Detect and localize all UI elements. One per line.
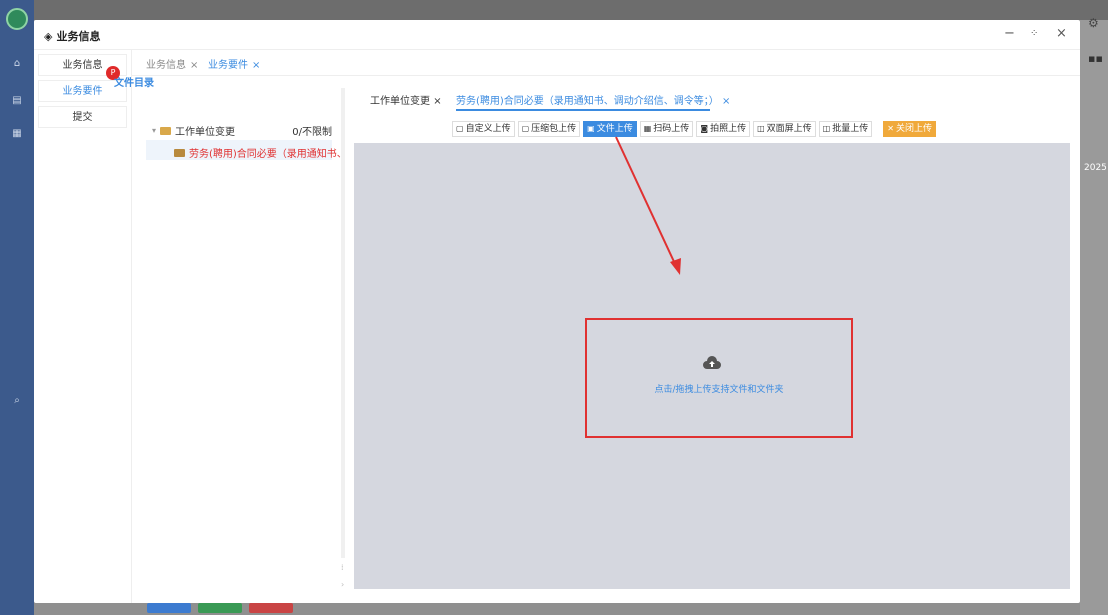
close-icon[interactable]: × [722,96,730,107]
folder-icon [160,126,172,135]
panel-splitter[interactable] [341,88,345,558]
button-label: 自定义上传 [465,124,511,134]
tree-item-child[interactable]: 劳务(聘用)合同必要（录用通知书、 [174,145,347,160]
doc-tab-labor-contract[interactable]: 劳务(聘用)合同必要（录用通知书、调动介绍信、调令等；） × [456,92,730,107]
button-label: 文件上传 [596,124,633,134]
tab-label: 工作单位变更 [370,96,430,107]
file-icon: ▣ [587,124,595,133]
home-icon: ⌂ [13,58,21,69]
button-label: 扫码上传 [653,124,690,134]
button-label: 压缩包上传 [531,124,577,134]
button-label: 双面屏上传 [766,124,812,134]
button-label: 批量上传 [832,124,869,134]
custom-upload-button[interactable]: ▢ 自定义上传 [452,121,515,137]
apps-icon: ▪▪ [1088,52,1103,65]
button-label: 拍照上传 [710,124,747,134]
background-button [147,603,191,613]
dual-screen-icon: ◫ [757,124,765,133]
qrcode-upload-button[interactable]: ▦ 扫码上传 [639,121,694,137]
batch-upload-button[interactable]: ◫ 批量上传 [818,121,873,137]
camera-icon: ◙ [700,124,709,133]
background-year: 2025 [1084,163,1107,173]
modal-title-text: 业务信息 [56,30,101,43]
background-button [198,603,242,613]
grid-icon: ▦ [12,128,22,139]
drag-handle-icon[interactable]: ⁞ [341,563,344,572]
doc-tab-work-unit[interactable]: 工作单位变更 × [370,92,442,107]
close-icon: ✕ [887,124,894,133]
close-button[interactable]: × [1056,26,1067,41]
batch-icon: ◫ [822,124,831,133]
dual-screen-upload-button[interactable]: ◫ 双面屏上传 [753,121,816,137]
file-upload-button[interactable]: ▣ 文件上传 [583,121,637,137]
background-sidebar [0,0,34,615]
modal-title: ◈ 业务信息 [44,28,100,44]
tab-label: 劳务(聘用)合同必要（录用通知书、调动介绍信、调令等；） [456,96,719,107]
zip-upload-button[interactable]: ▢ 压缩包上传 [517,121,581,137]
chevron-down-icon[interactable]: ▾ [152,126,156,135]
tree-item-label: 劳务(聘用)合同必要（录用通知书、 [189,149,347,160]
minimize-button[interactable]: − [1004,26,1015,41]
gear-icon: ⚙ [1088,16,1099,30]
tree-item-root[interactable]: ▾ 工作单位变更 0/不限制 [152,123,332,138]
highlight-box [585,318,853,438]
expand-button[interactable]: ⁘ [1030,28,1038,39]
chevron-right-icon[interactable]: › [341,580,344,589]
layers-icon: ◈ [44,29,53,43]
custom-upload-icon: ▢ [456,124,464,133]
search-icon: ⌕ [14,395,20,406]
tree-item-label: 工作单位变更 [175,127,236,138]
zip-icon: ▢ [521,124,530,133]
directory-title: 文件目录 [114,78,154,89]
document-icon: ▤ [12,95,22,106]
modal-header: ◈ 业务信息 − ⁘ × [34,20,1080,50]
camera-upload-button[interactable]: ◙ 拍照上传 [696,121,751,137]
background-content [1080,20,1108,615]
active-tab-indicator [456,109,710,111]
qrcode-icon: ▦ [643,124,652,133]
close-icon[interactable]: × [433,96,441,107]
app-logo [6,8,28,30]
folder-icon [174,148,185,157]
close-upload-button[interactable]: ✕ 关闭上传 [883,121,936,137]
button-label: 关闭上传 [895,124,932,134]
upload-toolbar: ▢ 自定义上传 ▢ 压缩包上传 ▣ 文件上传 ▦ 扫码上传 ◙ 拍照上传 ◫ 双面屏上传 ◫… [452,121,936,137]
tree-item-limit: 0/不限制 [292,127,332,138]
background-topbar [34,0,1108,20]
background-button [249,603,293,613]
